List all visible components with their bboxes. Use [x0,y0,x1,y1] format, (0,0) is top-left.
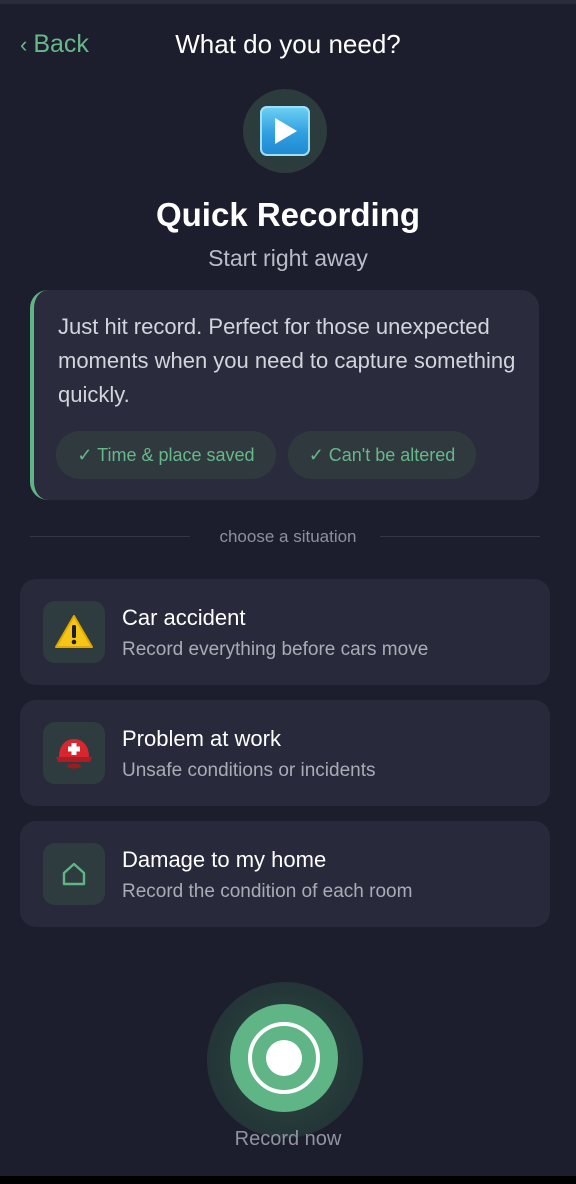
hero-title: Quick Recording [155,196,421,233]
situation-card-car-accident[interactable]: Car accident Record everything before ca… [20,579,550,685]
situation-subtitle: Record the condition of each room [122,881,413,902]
divider-line-right [380,536,540,537]
feature-chip-time-place: ✓ Time & place saved [56,431,276,479]
hero-subtitle: Start right away [208,245,368,271]
record-button[interactable] [230,1004,338,1112]
situation-card-problem-at-work[interactable]: Problem at work Unsafe conditions or inc… [20,700,550,806]
play-button-icon [260,106,310,156]
hero-icon-container [243,89,327,173]
warning-icon [43,601,105,663]
record-label: Record now [234,1128,342,1150]
record-dot-icon [266,1040,302,1076]
home-icon [43,843,105,905]
divider-label: choose a situation [219,527,357,546]
situation-title: Damage to my home [122,847,327,872]
situation-subtitle: Record everything before cars move [122,639,429,660]
feature-chip-unaltered: ✓ Can't be altered [288,431,476,479]
page-title: What do you need? [175,29,401,59]
situation-title: Car accident [122,605,246,630]
situation-card-home-damage[interactable]: Damage to my home Record the condition o… [20,821,550,927]
description-card: Just hit record. Perfect for those unexp… [30,290,539,500]
situation-subtitle: Unsafe conditions or incidents [122,760,376,781]
status-bar-edge [0,0,576,4]
description-text: Just hit record. Perfect for those unexp… [58,314,516,407]
rescue-helmet-icon [43,722,105,784]
record-ring-icon [248,1022,320,1094]
app-screen: ‹ Back What do you need? Quick Recording … [0,0,576,1176]
situation-title: Problem at work [122,726,281,751]
